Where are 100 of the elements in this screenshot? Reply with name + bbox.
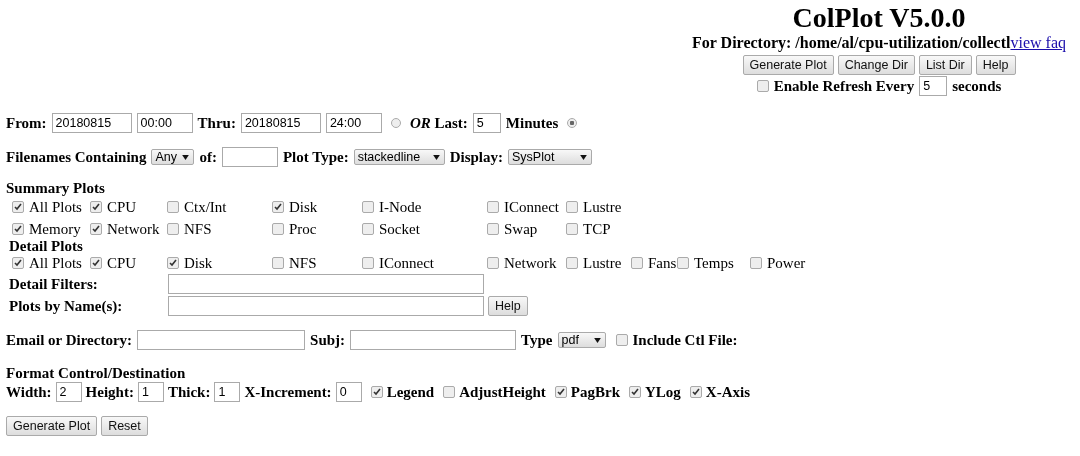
plot-checkbox[interactable] <box>90 223 102 235</box>
format-field-label: Height: <box>85 383 134 401</box>
from-time-field[interactable]: 00:00 <box>136 113 193 133</box>
plots-by-name-field[interactable] <box>168 296 484 316</box>
plot-checkbox[interactable] <box>631 257 643 269</box>
checkbox-label: Fans <box>648 254 677 272</box>
include-ctl-label: Include Ctl File: <box>632 331 738 349</box>
plot-checkbox[interactable] <box>167 257 179 269</box>
plot-checkbox[interactable] <box>272 257 284 269</box>
subject-field[interactable] <box>350 330 517 350</box>
header-button[interactable]: Help <box>975 55 1016 75</box>
format-field-label: Width: <box>6 383 52 401</box>
type-select[interactable]: pdf <box>557 332 606 348</box>
checkbox-label: Power <box>767 254 806 272</box>
last-value-field[interactable]: 5 <box>472 113 501 133</box>
detail-filters-field[interactable] <box>168 274 484 294</box>
detail-filters-label: Detail Filters: <box>9 275 99 293</box>
format-field[interactable]: 2 <box>55 382 82 402</box>
thru-date-field[interactable]: 20180815 <box>240 113 321 133</box>
checkbox-label: IConnect <box>504 198 559 216</box>
option-label: YLog <box>645 383 681 401</box>
refresh-interval-field[interactable]: 5 <box>919 76 948 96</box>
last-label: OR Last: <box>409 114 468 132</box>
plot-checkbox[interactable] <box>362 201 374 213</box>
checkbox-label: Proc <box>289 220 317 238</box>
form-button[interactable]: Reset <box>101 416 148 436</box>
plot-checkbox[interactable] <box>272 201 284 213</box>
plot-checkbox[interactable] <box>12 223 24 235</box>
page-title: ColPlot V5.0.0 <box>792 3 966 33</box>
option-checkbox[interactable] <box>629 386 641 398</box>
plot-checkbox[interactable] <box>487 257 499 269</box>
plot-checkbox[interactable] <box>677 257 689 269</box>
from-date-field[interactable]: 20180815 <box>51 113 132 133</box>
plot-checkbox[interactable] <box>566 257 578 269</box>
format-field[interactable]: 1 <box>214 382 241 402</box>
checkbox-label: I-Node <box>379 198 422 216</box>
last-radio[interactable] <box>567 118 578 128</box>
option-label: PagBrk <box>570 383 620 401</box>
format-field-label: X-Increment: <box>244 383 332 401</box>
plot-checkbox[interactable] <box>12 201 24 213</box>
plot-checkbox[interactable] <box>12 257 24 269</box>
plot-checkbox[interactable] <box>362 223 374 235</box>
option-checkbox[interactable] <box>689 386 702 398</box>
checkbox-label: Lustre <box>583 198 622 216</box>
plot-checkbox[interactable] <box>487 223 499 235</box>
filenames-label: Filenames Containing <box>6 148 147 166</box>
checkbox-label: Memory <box>29 220 81 238</box>
checkbox-label: Disk <box>184 254 213 272</box>
plot-checkbox[interactable] <box>167 201 179 213</box>
plot-checkbox[interactable] <box>566 201 578 213</box>
display-select[interactable]: SysPlot <box>508 149 592 165</box>
plot-checkbox[interactable] <box>566 223 578 235</box>
plot-checkbox[interactable] <box>90 257 102 269</box>
plot-checkbox[interactable] <box>272 223 284 235</box>
email-label: Email or Directory: <box>6 331 133 349</box>
checkbox-label: All Plots <box>29 254 82 272</box>
email-field[interactable] <box>137 330 306 350</box>
plots-by-name-label: Plots by Name(s): <box>9 297 124 315</box>
checkbox-label: All Plots <box>29 198 82 216</box>
checkbox-label: Ctx/Int <box>184 198 227 216</box>
help-button[interactable]: Help <box>488 296 528 316</box>
form-button[interactable]: Generate Plot <box>6 416 98 436</box>
checkbox-label: Disk <box>289 198 318 216</box>
directory-path: For Directory: /home/al/cpu-utilization/collectl <box>692 34 1011 51</box>
display-label: Display: <box>449 148 503 166</box>
match-select[interactable]: Any <box>151 149 195 165</box>
plot-type-label: Plot Type: <box>282 148 349 166</box>
thru-label: Thru: <box>197 114 236 132</box>
checkbox-label: Network <box>504 254 557 272</box>
plot-checkbox[interactable] <box>362 257 374 269</box>
header-button[interactable]: Change Dir <box>837 55 915 75</box>
format-field[interactable]: 0 <box>335 382 362 402</box>
option-checkbox[interactable] <box>443 386 456 398</box>
subject-label: Subj: <box>310 331 346 349</box>
option-label: AdjustHeight <box>459 383 546 401</box>
range-radio[interactable] <box>390 118 401 128</box>
plot-checkbox[interactable] <box>487 201 499 213</box>
option-checkbox[interactable] <box>370 386 383 398</box>
thru-time-field[interactable]: 24:00 <box>325 113 382 133</box>
option-checkbox[interactable] <box>554 386 567 398</box>
format-field[interactable]: 1 <box>137 382 164 402</box>
faq-link[interactable]: view faq <box>1010 34 1066 51</box>
refresh-checkbox[interactable] <box>756 80 769 92</box>
header-button[interactable]: List Dir <box>918 55 972 75</box>
include-ctl-checkbox[interactable] <box>615 334 628 346</box>
type-label: Type <box>521 331 553 349</box>
caret-icon <box>182 154 190 160</box>
caret-icon <box>593 337 601 343</box>
from-label: From: <box>6 114 47 132</box>
filename-field[interactable] <box>221 147 278 167</box>
caret-icon <box>432 154 440 160</box>
option-label: X-Axis <box>705 383 750 401</box>
of-label: of: <box>199 148 217 166</box>
plot-checkbox[interactable] <box>750 257 762 269</box>
section-heading: Summary Plots <box>6 179 106 198</box>
header-button[interactable]: Generate Plot <box>742 55 834 75</box>
plot-checkbox[interactable] <box>90 201 102 213</box>
plot-checkbox[interactable] <box>167 223 179 235</box>
plot-type-select[interactable]: stackedline <box>353 149 445 165</box>
checkbox-label: TCP <box>583 220 611 238</box>
